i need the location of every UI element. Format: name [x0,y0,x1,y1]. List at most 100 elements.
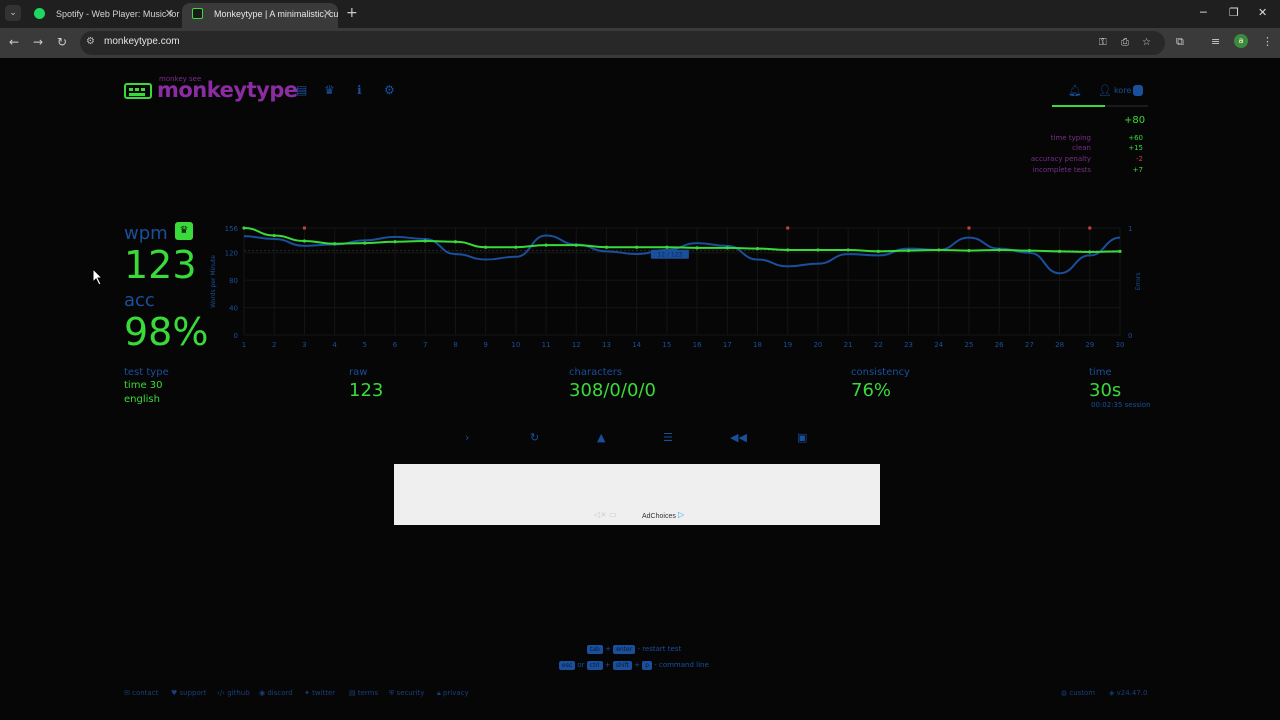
test-type-label: test type [124,367,169,378]
x-tick-label: 15 [662,341,671,349]
footer-security[interactable]: ⛨ security [389,689,424,698]
footer-link-label: twitter [312,689,336,697]
x-tick-label: 9 [483,341,487,349]
error-point [302,226,306,230]
wpm-point [272,233,276,238]
tab-title: Spotify - Web Player: Music for [56,9,180,19]
password-key-icon[interactable]: ⚿ [1099,37,1107,48]
test-type-mode: time 30 [124,380,163,391]
footer-github[interactable]: ‹/› github [217,689,250,697]
site-info-icon[interactable]: ⚙ [86,36,95,47]
x-tick-label: 24 [934,341,943,349]
wpm-point [876,249,880,253]
monkeytype-logo-icon[interactable] [124,83,152,99]
tab-monkeytype[interactable]: Monkeytype | A minimalistic, cu ✕ [182,3,338,28]
bookmark-star-icon[interactable]: ☆ [1142,37,1151,48]
hint-text: - command line [654,661,709,669]
footer-link-label: contact [132,689,159,697]
media-icon[interactable]: ≡ [1211,35,1220,48]
replay-icon[interactable]: ◀◀ [730,431,747,444]
url-text: monkeytype.com [104,36,180,47]
x-tick-label: 25 [965,341,974,349]
ad-close-icon[interactable]: ▭ [609,510,617,519]
menu-icon[interactable]: ⋮ [1262,35,1273,48]
raw-value: 123 [349,380,384,401]
footer-link-label: privacy [442,689,469,697]
y-tick-label: 40 [229,305,238,313]
wpm-point [453,240,458,244]
screenshot-icon[interactable]: ▣ [797,431,807,444]
tab-spotify[interactable]: Spotify - Web Player: Music for ✕ [24,3,180,28]
xp-breakdown-row: accuracy penalty -2 [990,155,1143,166]
words-history-icon[interactable]: ☰ [663,431,673,444]
xp-label: time typing [1050,134,1091,142]
logo-text[interactable]: monkeytype [157,78,298,102]
xp-bar-fill [1052,105,1105,107]
tab-search-button[interactable]: ⌄ [5,5,21,21]
wpm-point [906,249,911,253]
footer-theme[interactable]: ◍ custom [1061,689,1095,697]
extensions-icon[interactable]: ⧉ [1176,35,1184,49]
back-icon[interactable]: ← [9,35,19,49]
restart-icon[interactable]: ↻ [530,431,539,444]
bell-icon[interactable]: 🔔︎ [1068,84,1082,97]
x-tick-label: 20 [813,341,822,349]
settings-gear-icon[interactable]: ⚙ [384,83,395,97]
address-bar[interactable]: ⚙ monkeytype.com ⚿ ⎙ ☆ [80,31,1165,55]
x-tick-label: 18 [753,341,762,349]
install-app-icon[interactable]: ⎙ [1121,37,1129,48]
x-tick-label: 2 [272,341,276,349]
x-tick-label: 30 [1116,341,1125,349]
kbd-key: ctrl [586,661,603,670]
y2-axis-label: Errors [1135,273,1142,291]
wpm-point [635,245,639,249]
x-tick-label: 6 [393,341,398,349]
wpm-point [333,242,337,246]
wpm-point [393,240,397,244]
footer-version[interactable]: ◈ v24.47.0 [1109,689,1147,697]
forward-icon[interactable]: → [33,35,43,49]
footer-terms[interactable]: ▤ terms [349,689,378,697]
crown-icon[interactable]: ♛ [324,83,335,97]
wpm-point [665,245,669,249]
reload-icon[interactable]: ↻ [57,35,67,49]
tab-bar: ⌄ Spotify - Web Player: Music for ✕ Monk… [0,0,1280,28]
raw-label: raw [349,367,368,378]
profile-avatar[interactable]: a [1234,34,1248,48]
next-test-icon[interactable]: › [465,431,469,444]
browser-toolbar: ← → ↻ ⚙ monkeytype.com ⚿ ⎙ ☆ ⧉ ≡ ⋮ [0,28,1280,58]
y2-tick-label: 0 [1128,332,1132,340]
username[interactable]: kore [1114,86,1131,95]
restore-button[interactable]: ❐ [1229,6,1239,19]
minimize-button[interactable]: ─ [1200,6,1207,19]
footer-contact[interactable]: ✉ contact [124,689,158,697]
error-point [1088,226,1092,230]
x-tick-label: 7 [423,341,427,349]
monkeytype-page: monkey see monkeytype ▤ ♛ ℹ ⚙ 🔔︎ 👤︎ kore… [0,58,1280,720]
footer-discord[interactable]: ◉ discord [259,689,293,697]
mute-icon[interactable]: ◁× [594,510,607,519]
xp-value: +7 [1132,166,1143,174]
close-icon[interactable]: ✕ [323,3,332,25]
wpm-chart[interactable]: 04080120156011 2 3 4 5 6 7 8 9 10 11 12 13 14 15 16 17 18… [205,221,1155,356]
warning-icon[interactable]: ▲ [597,431,605,444]
wpm-point [997,248,1001,252]
ad-choices-label[interactable]: AdChoices [642,513,676,520]
x-tick-label: 16 [693,341,702,349]
xp-label: clean [1072,144,1091,152]
keyboard-icon[interactable]: ▤ [296,83,307,97]
xp-gain: +80 [1124,115,1146,126]
close-window-button[interactable]: ✕ [1258,6,1267,19]
footer-twitter[interactable]: ✦ twitter [304,689,335,697]
footer-privacy[interactable]: 🔒︎ privacy [437,689,469,698]
new-tab-button[interactable]: + [346,5,358,21]
x-tick-label: 19 [783,341,792,349]
close-icon[interactable]: ✕ [165,3,174,25]
x-tick-label: 3 [302,341,306,349]
info-icon[interactable]: ℹ [357,83,362,97]
x-tick-label: 23 [904,341,913,349]
adchoices-icon[interactable]: ▷ [678,510,684,519]
ad-banner[interactable]: ◁× ▭ AdChoices ▷ [394,464,880,525]
user-icon[interactable]: 👤︎ [1098,84,1112,97]
footer-support[interactable]: ♥ support [171,689,206,697]
